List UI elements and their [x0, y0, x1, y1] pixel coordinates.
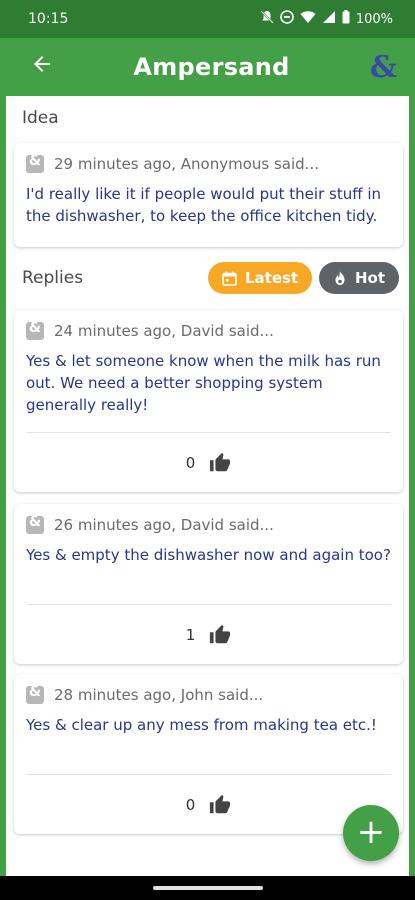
- avatar-icon: [26, 514, 44, 534]
- idea-text: I'd really like it if people would put t…: [26, 185, 381, 225]
- bell-off-icon: [260, 10, 274, 28]
- reply-text: Yes & empty the dishwasher now and again…: [26, 546, 391, 564]
- do-not-disturb-icon: [280, 10, 294, 28]
- reply-meta: 28 minutes ago, John said...: [54, 686, 264, 704]
- reply-card: 24 minutes ago, David said... Yes & let …: [14, 310, 403, 492]
- avatar-icon: [26, 684, 44, 704]
- like-button[interactable]: [209, 794, 231, 816]
- reply-meta-row: 24 minutes ago, David said...: [14, 310, 403, 340]
- signal-icon: [322, 10, 336, 28]
- idea-meta-row: 29 minutes ago, Anonymous said...: [14, 143, 403, 173]
- battery-icon: [342, 10, 350, 28]
- avatar-icon: [26, 153, 44, 173]
- reply-meta-row: 26 minutes ago, David said...: [14, 504, 403, 534]
- flame-icon: [335, 271, 345, 285]
- status-time: 10:15: [28, 11, 69, 27]
- reply-meta-row: 28 minutes ago, John said...: [14, 674, 403, 704]
- content-area[interactable]: Idea 29 minutes ago, Anonymous said... I…: [0, 96, 415, 876]
- like-count: 0: [185, 795, 196, 814]
- idea-card: 29 minutes ago, Anonymous said... I'd re…: [14, 143, 403, 247]
- idea-meta: 29 minutes ago, Anonymous said...: [54, 155, 319, 173]
- status-bar: 10:15 100%: [0, 0, 415, 38]
- sort-hot-label: Hot: [355, 269, 386, 287]
- thumbs-up-icon: [210, 624, 231, 643]
- reply-text: Yes & let someone know when the milk has…: [26, 352, 381, 414]
- home-gesture-handle[interactable]: [153, 886, 263, 890]
- sort-hot-button[interactable]: Hot: [319, 262, 400, 294]
- reply-text: Yes & clear up any mess from making tea …: [26, 716, 377, 734]
- sort-latest-label: Latest: [245, 269, 299, 287]
- thumbs-up-icon: [210, 794, 231, 813]
- add-reply-button[interactable]: +: [343, 805, 399, 861]
- system-nav-bar: [0, 876, 415, 900]
- idea-section-label: Idea: [22, 108, 59, 128]
- like-count: 0: [185, 453, 196, 472]
- like-button[interactable]: [209, 452, 231, 474]
- battery-percent: 100%: [355, 11, 393, 27]
- thumbs-up-icon: [210, 452, 231, 471]
- app-logo[interactable]: &: [361, 50, 397, 85]
- reply-card: 26 minutes ago, David said... Yes & empt…: [14, 504, 403, 664]
- app-bar: Ampersand &: [0, 38, 415, 96]
- reply-actions: 0: [26, 432, 391, 492]
- sort-latest-button[interactable]: Latest: [208, 262, 313, 294]
- status-icons: 100%: [260, 10, 393, 28]
- reply-card: 28 minutes ago, John said... Yes & clear…: [14, 674, 403, 834]
- reply-actions: 1: [26, 604, 391, 664]
- replies-section-label: Replies: [22, 268, 84, 288]
- back-button[interactable]: [30, 52, 62, 83]
- reply-meta: 24 minutes ago, David said...: [54, 322, 274, 340]
- arrow-left-icon: [34, 55, 50, 72]
- like-button[interactable]: [209, 624, 231, 646]
- plus-icon: +: [356, 812, 386, 852]
- wifi-icon: [300, 10, 316, 28]
- avatar-icon: [26, 320, 44, 340]
- app-title: Ampersand: [133, 53, 290, 81]
- calendar-icon: [222, 271, 237, 286]
- reply-actions: 0: [26, 774, 391, 834]
- like-count: 1: [185, 625, 196, 644]
- reply-meta: 26 minutes ago, David said...: [54, 516, 274, 534]
